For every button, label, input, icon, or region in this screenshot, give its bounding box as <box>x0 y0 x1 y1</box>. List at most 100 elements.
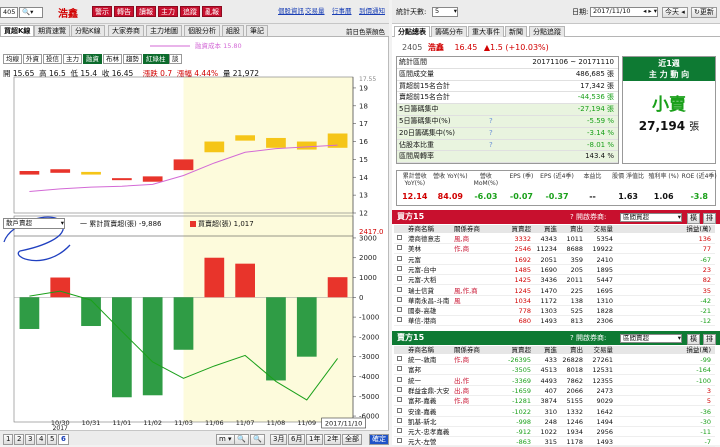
row-checkbox[interactable] <box>397 317 402 323</box>
row-checkbox[interactable] <box>397 356 402 361</box>
toolbar-link-3[interactable]: 到價通知 <box>359 7 385 16</box>
row-checkbox[interactable] <box>397 417 402 423</box>
toolbar-link-2[interactable]: 行事曆 <box>332 7 352 16</box>
toolbar-button-2[interactable]: 讀報 <box>136 6 156 17</box>
days-select[interactable]: 5 ▾ <box>432 7 458 17</box>
buy-row[interactable]: 元富 1692 2051 359 2410 -67 <box>394 255 715 265</box>
chart-tab-3[interactable]: 大家券商 <box>108 25 144 36</box>
buy-row[interactable]: 港商德意志 風,商 3332 4343 1011 5354 136 <box>394 234 715 244</box>
sell-sort-button[interactable]: 排 <box>703 334 716 345</box>
range-0[interactable]: 3月 <box>270 434 288 445</box>
right-tab-0[interactable]: 分點總表 <box>394 26 430 37</box>
buy-sort-button[interactable]: 排 <box>703 213 716 224</box>
toolbar-button-0[interactable]: 警示 <box>92 6 112 17</box>
confirm-button[interactable]: 確定 <box>369 434 389 445</box>
refresh-button[interactable]: ↻更新 <box>691 7 717 18</box>
row-checkbox[interactable] <box>397 235 402 240</box>
range-3[interactable]: 2年 <box>324 434 342 445</box>
price-and-chip-chart[interactable]: 191817161514131217.55融資成本 15.80300020001… <box>0 37 389 430</box>
buy-row[interactable]: 華南永昌-斗南風 1034 1172 138 1310 -42 <box>394 296 715 306</box>
row-checkbox[interactable] <box>397 286 402 292</box>
sell-row[interactable]: 元大-忠孝嘉義 -912 1022 1934 2956 -11 <box>394 427 715 438</box>
zoom-out-icon[interactable]: 🔍 <box>234 434 249 445</box>
row-checkbox[interactable] <box>397 376 402 382</box>
page-3[interactable]: 3 <box>25 434 36 445</box>
row-checkbox[interactable] <box>397 307 402 313</box>
buy-row[interactable]: 元富-大稻 1425 3436 2011 5447 82 <box>394 275 715 286</box>
help-icon[interactable]: ? <box>489 117 493 126</box>
buy-row[interactable]: 國泰-高雄 778 1303 525 1828 -21 <box>394 306 715 317</box>
chart-tab-1[interactable]: 期貨速覽 <box>34 25 70 36</box>
chart-tab-0[interactable]: 買超K線 <box>0 25 35 36</box>
row-checkbox[interactable] <box>397 255 402 261</box>
chart-tab-6[interactable]: 組股 <box>222 25 244 36</box>
toolbar-button-4[interactable]: 追蹤 <box>180 6 200 17</box>
page-5[interactable]: 5 <box>47 434 58 445</box>
zoom-menu[interactable]: m ▾ <box>216 434 235 445</box>
range-4[interactable]: 全部 <box>342 434 362 445</box>
sell-cell: 出,商 <box>454 386 470 395</box>
sell-row[interactable]: 群益金鼎-大安 出,商 -1659 407 2066 2473 3 <box>394 386 715 396</box>
right-tab-3[interactable]: 新聞 <box>505 26 527 37</box>
buy-horizontal-button[interactable]: 橫 <box>687 213 700 224</box>
buy-row[interactable]: 元富-台中 1485 1690 205 1895 23 <box>394 265 715 275</box>
range-1[interactable]: 6月 <box>288 434 306 445</box>
buy-row[interactable]: 華信-港商 680 1493 813 2306 -12 <box>394 316 715 327</box>
chart-options-label[interactable]: 前日色票顏色 <box>346 26 385 36</box>
row-checkbox[interactable] <box>397 407 402 413</box>
sell-row[interactable]: 凱基-新北 -998 248 1246 1494 -30 <box>394 417 715 427</box>
chart-tab-5[interactable]: 個股分析 <box>184 25 220 36</box>
toolbar-link-0[interactable]: 個股資訊 <box>278 7 304 16</box>
date-input[interactable]: 2017/11/10 ◂ ▸ ▾ <box>590 7 658 17</box>
sell-row[interactable]: 富邦 -3505 4513 8018 12531 -164 <box>394 365 715 376</box>
toolbar-button-5[interactable]: 亂報 <box>202 6 222 17</box>
indicator-select[interactable]: 散戶賣超 ▾ <box>3 218 65 229</box>
zoom-in-icon[interactable]: 🔍 <box>250 434 265 445</box>
buy-select[interactable]: 區間買超 ▾ <box>620 213 682 222</box>
right-tab-4[interactable]: 分點追蹤 <box>529 26 565 37</box>
stock-code-input[interactable]: 405 <box>0 7 18 18</box>
toolbar-link-1[interactable]: 交易量 <box>305 7 325 16</box>
buy-cell: 華南永昌-斗南 <box>408 296 450 305</box>
row-checkbox[interactable] <box>397 428 402 434</box>
page-1[interactable]: 1 <box>3 434 14 445</box>
sell-row[interactable]: 富邦-嘉義 作,商 -1281 3874 5155 9029 5 <box>394 396 715 407</box>
row-checkbox[interactable] <box>397 397 402 403</box>
page-2[interactable]: 2 <box>14 434 25 445</box>
today-button[interactable]: 今天 ◂ <box>662 7 688 18</box>
range-2[interactable]: 1年 <box>306 434 324 445</box>
sell-cell: 作,商 <box>454 356 470 364</box>
toolbar-button-3[interactable]: 主力 <box>158 6 178 17</box>
buy-row[interactable]: 瑞士信貸 風,作,商 1245 1470 225 1695 35 <box>394 286 715 296</box>
row-checkbox[interactable] <box>397 265 402 271</box>
buy-cell: 1895 <box>596 265 613 274</box>
sell-cell: 5155 <box>566 397 583 406</box>
chart-tab-2[interactable]: 分點K線 <box>71 25 105 36</box>
sell-row[interactable]: 元大-左營 -863 315 1178 1493 -7 <box>394 437 715 447</box>
page-4[interactable]: 4 <box>36 434 47 445</box>
chart-tab-4[interactable]: 主力地圖 <box>146 25 182 36</box>
help-icon[interactable]: ? <box>489 129 493 138</box>
row-checkbox[interactable] <box>397 438 402 444</box>
buy-row[interactable]: 美林 作,商 2546 11234 8688 19922 77 <box>394 244 715 255</box>
stats-row: 區間成交量 486,685 張 <box>397 68 618 81</box>
sell-row[interactable]: 統一-敦南 作,商 -26395 433 26828 27261 -99 <box>394 355 715 365</box>
row-checkbox[interactable] <box>397 245 402 251</box>
sell-horizontal-button[interactable]: 橫 <box>687 334 700 345</box>
toolbar-button-1[interactable]: 轉告 <box>114 6 134 17</box>
page-6[interactable]: 6 <box>58 434 69 445</box>
row-checkbox[interactable] <box>397 296 402 302</box>
help-icon[interactable]: ? <box>489 141 493 150</box>
sell-row[interactable]: 安達-嘉義 -1022 310 1332 1642 -36 <box>394 407 715 417</box>
sell-row[interactable]: 統一 出,作 -3369 4493 7862 12355 -100 <box>394 376 715 386</box>
row-checkbox[interactable] <box>397 276 402 282</box>
right-tab-2[interactable]: 重大事件 <box>468 26 504 37</box>
row-checkbox[interactable] <box>397 366 402 372</box>
chart-tab-7[interactable]: 筆記 <box>246 25 268 36</box>
row-checkbox[interactable] <box>397 386 402 392</box>
date-label: 11/06 <box>205 419 224 427</box>
right-tab-1[interactable]: 籌碼分布 <box>431 26 467 37</box>
search-dropdown[interactable]: 🔍▾ <box>19 7 43 18</box>
sell-select[interactable]: 區間賣超 ▾ <box>620 334 682 343</box>
price-tick-label: 13 <box>359 192 368 200</box>
